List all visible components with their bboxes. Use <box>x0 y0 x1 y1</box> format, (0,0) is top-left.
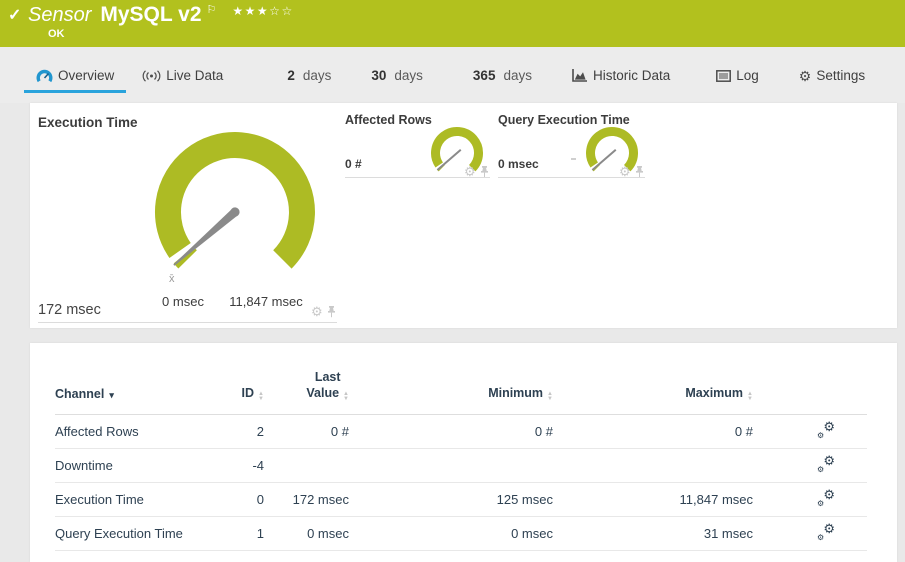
column-header-maximum[interactable]: Maximum ▲ ▼ <box>553 369 753 415</box>
sensor-header: ✓ Sensor MySQL v2 ⚐ ★★★☆☆ OK <box>0 0 905 47</box>
sort-icon: ▲ ▼ <box>547 391 553 402</box>
main-gauge-value: 172 msec <box>38 302 101 318</box>
execution-time-gauge: x̄ <box>154 132 315 285</box>
sort-icon: ▲ ▼ <box>747 391 753 402</box>
channel-settings-gears-icon[interactable]: ⚙ ⚙ <box>817 419 835 440</box>
tab-days-number: 365 <box>472 68 496 83</box>
tab-label: Settings <box>816 68 866 83</box>
tab-days-word: days <box>302 68 332 83</box>
channel-maximum: 31 msec <box>703 526 753 541</box>
tab-label: Log <box>736 68 759 83</box>
gauge-actions: ⚙ <box>311 305 336 318</box>
channel-last-value: 172 msec <box>292 492 349 507</box>
tab-30-days[interactable]: 30 days <box>359 62 435 93</box>
channel-name: Downtime <box>55 458 113 473</box>
tab-label: Historic Data <box>592 68 671 83</box>
pin-icon[interactable] <box>327 305 336 318</box>
header-label: Value <box>306 386 340 400</box>
channel-id: 2 <box>256 424 264 439</box>
channel-minimum: 0 # <box>534 424 553 439</box>
small-gauge-value: 0 msec <box>498 157 539 171</box>
tab-settings[interactable]: ⚙ Settings <box>787 62 877 93</box>
header-label: Maximum <box>685 386 744 400</box>
status-check-icon: ✓ <box>8 7 22 24</box>
column-header-last-value[interactable]: Last Value ▲ ▼ <box>264 369 349 415</box>
channel-name: Query Execution Time <box>55 526 183 541</box>
channel-settings-gears-icon[interactable]: ⚙ ⚙ <box>817 487 835 508</box>
gauges-panel: Execution Time x̄ 0 msec 11,847 msec 172… <box>30 103 897 328</box>
sensor-name: MySQL v2 <box>100 3 202 26</box>
table-row: Query Execution Time 1 0 msec 0 msec 31 … <box>55 517 867 551</box>
channel-last-value: 0 # <box>330 424 349 439</box>
header-label: Minimum <box>488 386 544 400</box>
pin-icon[interactable] <box>635 165 644 178</box>
sensor-type-label: Sensor <box>28 4 92 26</box>
column-header-minimum[interactable]: Minimum ▲ ▼ <box>349 369 553 415</box>
divider <box>38 322 337 323</box>
channel-id: 0 <box>256 492 264 507</box>
divider <box>345 177 490 178</box>
channel-maximum: 11,847 msec <box>679 492 753 507</box>
column-header-actions <box>753 369 867 415</box>
channel-maximum: 0 # <box>734 424 753 439</box>
log-list-icon <box>716 69 732 82</box>
overview-gauge-icon <box>36 69 53 83</box>
tab-overview[interactable]: Overview <box>24 62 127 93</box>
channels-panel: Channel ▾ ID ▲ ▼ Last Value ▲ ▼ Minimum ▲ ▼ Max… <box>30 343 897 562</box>
tab-365-days[interactable]: 365 days <box>461 62 544 93</box>
table-row: Execution Time 0 172 msec 125 msec 11,84… <box>55 483 867 517</box>
gauge-settings-gear-icon[interactable]: ⚙ <box>311 305 323 318</box>
channel-name: Execution Time <box>55 492 144 507</box>
channel-minimum <box>349 449 553 483</box>
channels-table: Channel ▾ ID ▲ ▼ Last Value ▲ ▼ Minimum ▲ ▼ Max… <box>55 369 867 551</box>
tab-historic-data[interactable]: Historic Data <box>560 62 682 93</box>
table-row: Affected Rows 2 0 # 0 # 0 # ⚙ ⚙ <box>55 415 867 449</box>
channel-last-value <box>264 449 349 483</box>
sensor-title: Sensor MySQL v2 ⚐ ★★★☆☆ <box>28 3 294 27</box>
channel-minimum: 125 msec <box>496 492 553 507</box>
avg-marker: x̄ <box>169 273 175 285</box>
priority-stars[interactable]: ★★★☆☆ <box>232 4 293 18</box>
channel-minimum: 0 msec <box>511 526 553 541</box>
channel-id: 1 <box>256 526 264 541</box>
pin-icon[interactable] <box>480 165 489 178</box>
flag-icon[interactable]: ⚐ <box>207 3 217 16</box>
gauge-max-label: 11,847 msec <box>229 294 303 309</box>
header-label: ID <box>241 386 255 400</box>
status-badge: OK <box>48 28 65 40</box>
small-gauge-title: Affected Rows <box>345 113 432 127</box>
sort-icon: ▲ ▼ <box>343 391 349 402</box>
tab-bar: Overview Live Data 2 days 30 days 365 da… <box>0 47 905 103</box>
sort-active-caret-icon: ▾ <box>109 390 114 400</box>
tab-live-data[interactable]: Live Data <box>130 62 235 93</box>
channel-last-value: 0 msec <box>307 526 349 541</box>
historic-chart-icon <box>572 69 588 82</box>
tab-days-word: days <box>394 68 423 83</box>
avg-marker-dash <box>571 158 576 160</box>
header-label: Channel <box>55 387 105 401</box>
divider <box>498 177 645 178</box>
gauge-min-label: 0 msec <box>162 294 204 309</box>
channel-id: -4 <box>252 458 264 473</box>
tab-log[interactable]: Log <box>704 62 771 93</box>
live-data-icon <box>142 69 161 82</box>
table-row: Downtime -4 ⚙ ⚙ <box>55 449 867 483</box>
small-gauge-value: 0 # <box>345 157 362 171</box>
tab-label: Live Data <box>166 68 224 83</box>
tab-days-number: 30 <box>371 68 387 83</box>
channel-maximum <box>553 449 753 483</box>
channel-settings-gears-icon[interactable]: ⚙ ⚙ <box>817 521 835 542</box>
tab-2-days[interactable]: 2 days <box>275 62 343 93</box>
sort-icon: ▲ ▼ <box>258 391 264 402</box>
settings-gear-icon: ⚙ <box>798 67 812 84</box>
column-header-channel[interactable]: Channel ▾ <box>55 369 240 415</box>
channel-name: Affected Rows <box>55 424 139 439</box>
column-header-id[interactable]: ID ▲ ▼ <box>240 369 264 415</box>
tab-days-number: 2 <box>287 68 295 83</box>
channel-settings-gears-icon[interactable]: ⚙ ⚙ <box>817 453 835 474</box>
main-gauge-title: Execution Time <box>38 115 138 130</box>
tab-label: Overview <box>58 68 115 83</box>
header-label: Last <box>314 370 341 384</box>
tab-days-word: days <box>503 68 532 83</box>
